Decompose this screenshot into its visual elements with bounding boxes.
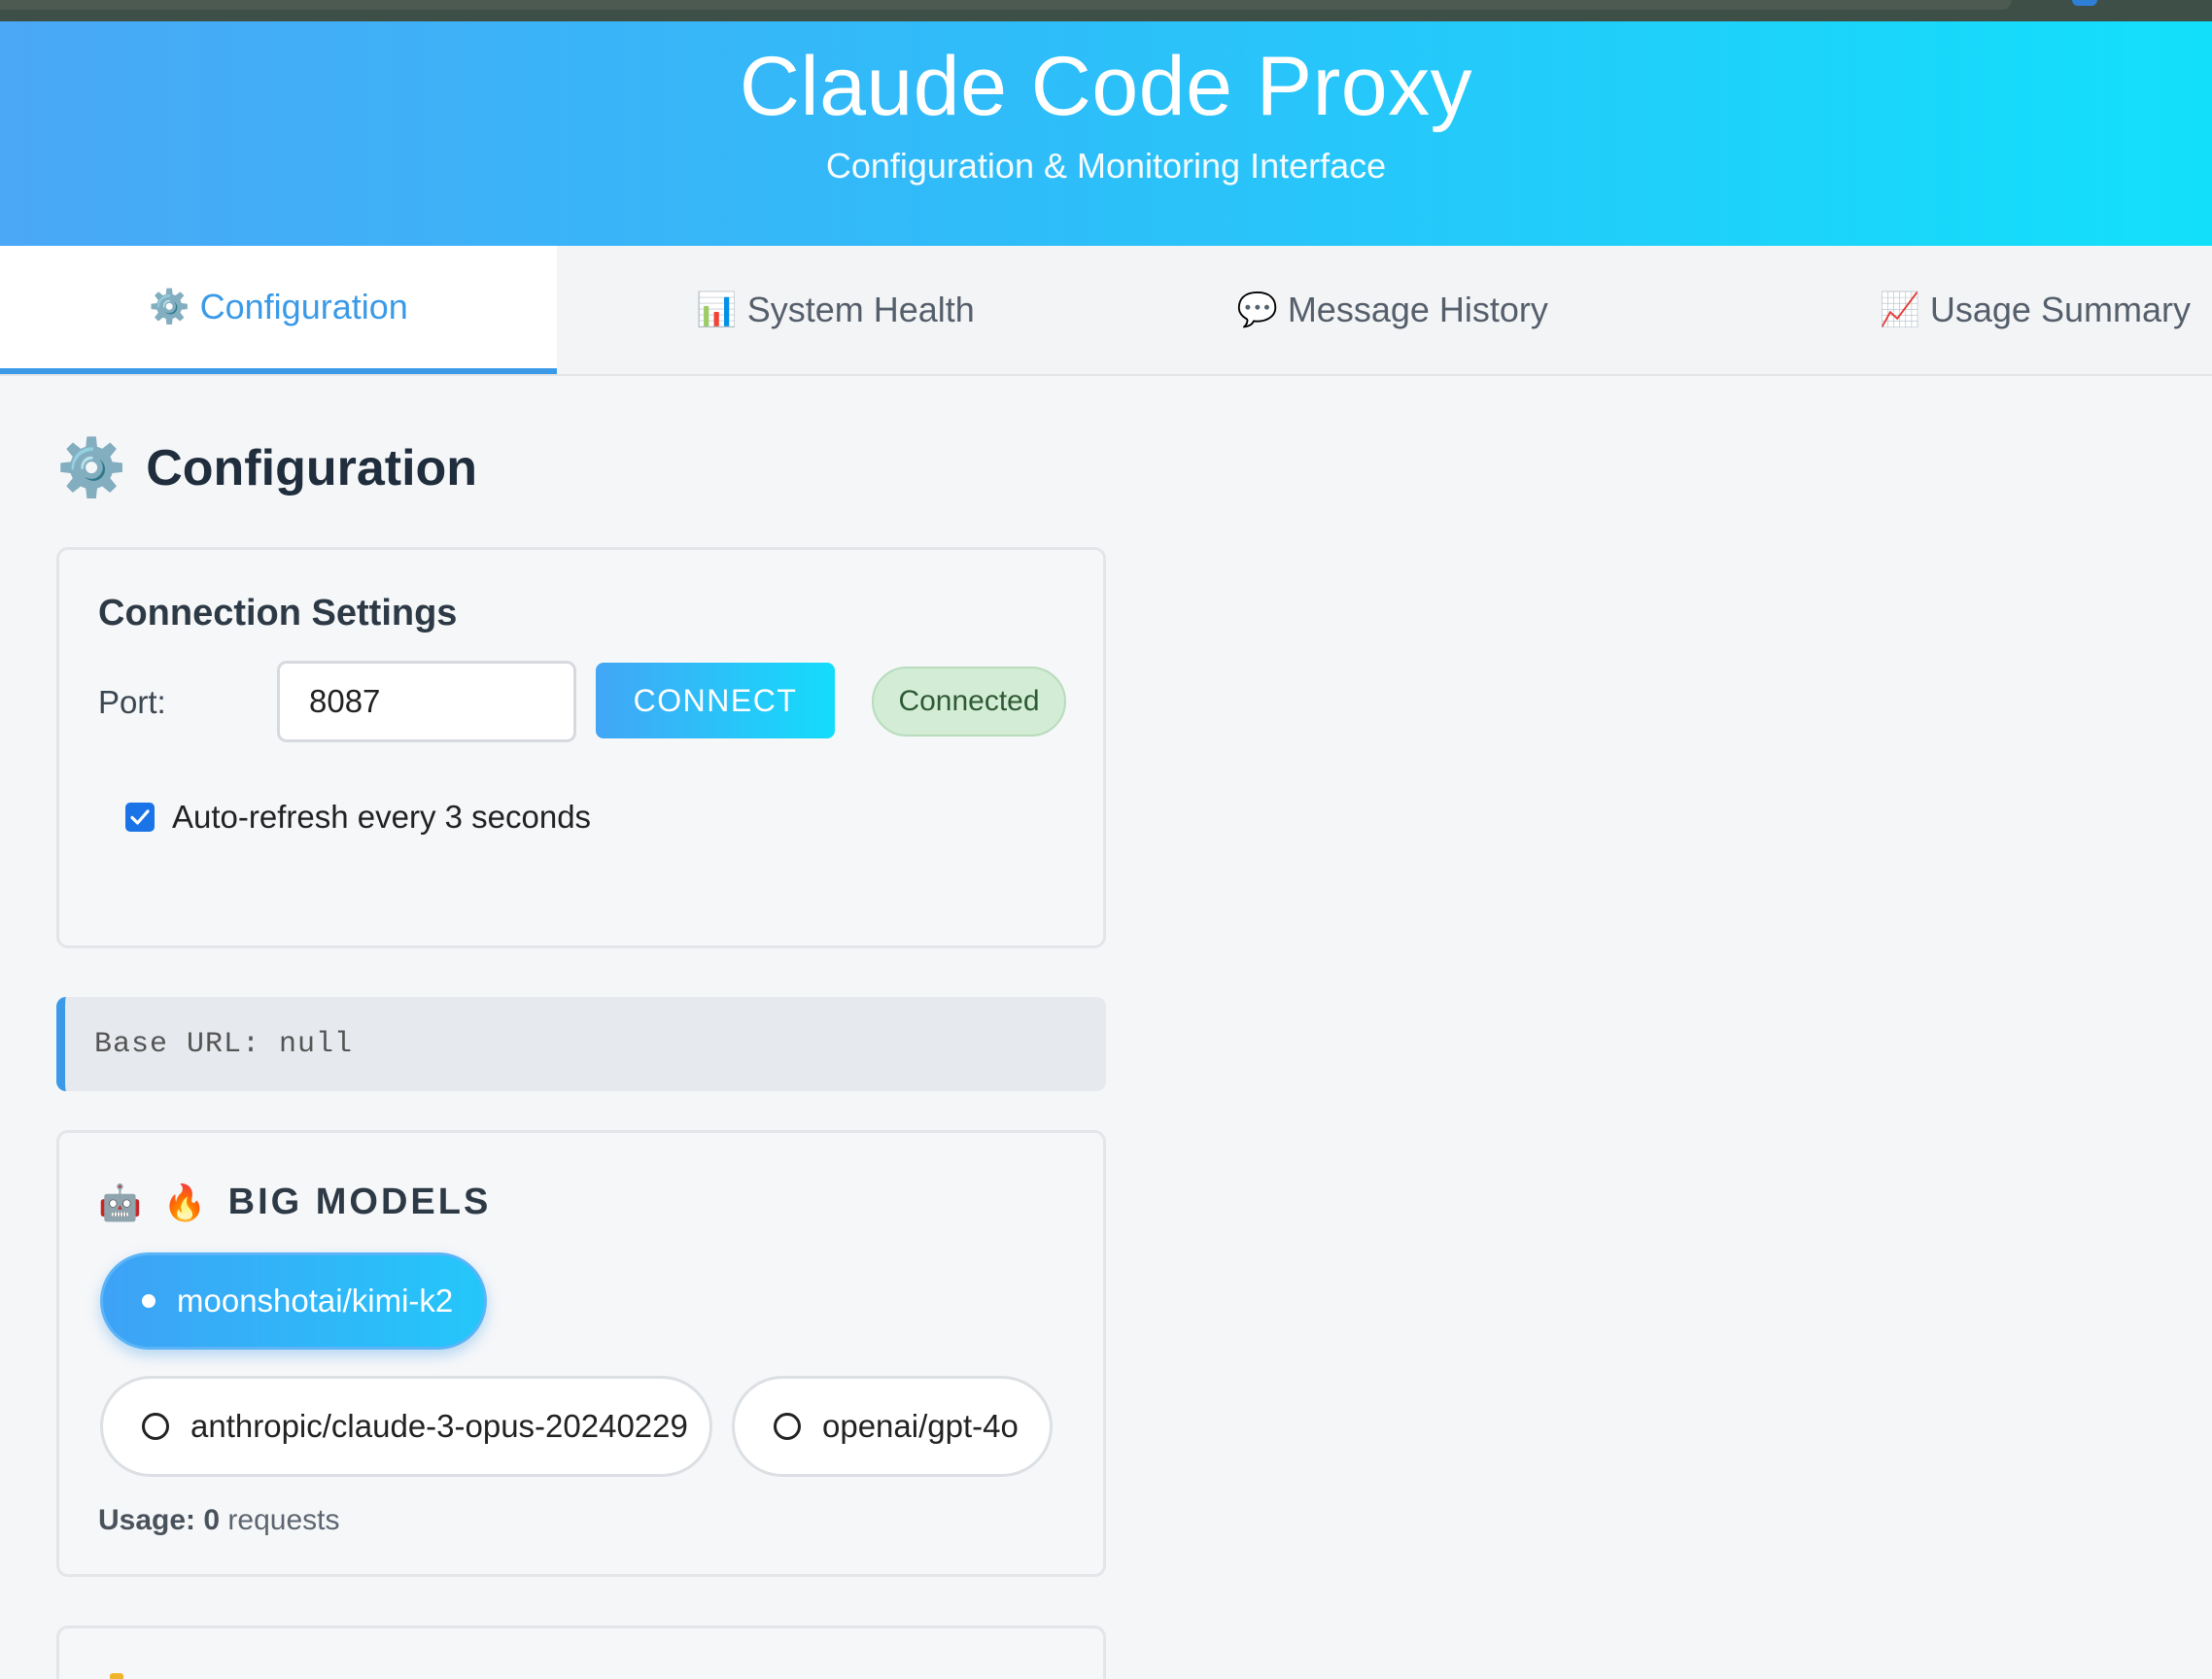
model-name: anthropic/claude-3-opus-20240229 [190, 1408, 688, 1444]
app-title: Claude Code Proxy [739, 40, 1473, 133]
model-option-selected[interactable]: moonshotai/kimi-k2 [100, 1252, 487, 1350]
model-name: openai/gpt-4o [822, 1408, 1019, 1444]
browser-top-strip [0, 0, 2212, 21]
tab-label: Usage Summary [1929, 290, 2191, 329]
port-label: Port: [98, 684, 166, 720]
tab-system-health[interactable]: 📊 System Health [557, 246, 1114, 374]
radio-circle-icon [774, 1413, 801, 1440]
model-option[interactable]: openai/gpt-4o [732, 1376, 1053, 1477]
app-header: Claude Code Proxy Configuration & Monito… [0, 21, 2212, 246]
auto-refresh-toggle[interactable]: Auto-refresh every 3 seconds [125, 799, 591, 836]
fire-icon: 🔥 [162, 1182, 207, 1222]
usage-unit: requests [227, 1504, 340, 1536]
base-url-display: Base URL: null [56, 997, 1106, 1091]
tab-bar: ⚙️ Configuration 📊 System Health 💬 Messa… [0, 246, 2212, 376]
tab-configuration[interactable]: ⚙️ Configuration [0, 246, 558, 374]
top-strip-indicator [2072, 0, 2097, 6]
tab-usage-summary[interactable]: 📈 Usage Summary [1671, 246, 2212, 374]
top-strip-bar [0, 0, 2012, 10]
connection-status-badge: Connected [872, 667, 1066, 737]
connection-settings-card: Connection Settings Port: CONNECT Connec… [56, 547, 1106, 948]
checkmark-icon [130, 809, 150, 825]
tab-label: Message History [1287, 290, 1548, 329]
model-option[interactable]: anthropic/claude-3-opus-20240229 [100, 1376, 712, 1477]
big-models-card: 🤖 🔥 BIG MODELS moonshotai/kimi-k2 anthro… [56, 1130, 1106, 1577]
port-input[interactable] [277, 661, 576, 742]
app-subtitle: Configuration & Monitoring Interface [825, 146, 1387, 186]
gear-icon: ⚙️ [149, 289, 190, 326]
page-title: ⚙️ Configuration [56, 435, 477, 501]
tab-label: System Health [746, 290, 975, 329]
speech-bubble-icon: 💬 [1236, 291, 1278, 328]
radio-circle-icon [142, 1413, 169, 1440]
big-models-heading: 🤖 🔥 BIG MODELS [98, 1182, 491, 1223]
auto-refresh-label: Auto-refresh every 3 seconds [172, 799, 592, 835]
gear-icon: ⚙️ [56, 436, 127, 499]
tab-message-history[interactable]: 💬 Message History [1114, 246, 1671, 374]
robot-icon: 🤖 [98, 1182, 142, 1222]
model-name: moonshotai/kimi-k2 [177, 1283, 454, 1319]
usage-count: 0 [203, 1504, 221, 1536]
connection-settings-heading: Connection Settings [98, 593, 458, 634]
selected-dot-icon [142, 1294, 156, 1308]
bar-chart-icon: 📊 [696, 291, 738, 328]
card-icon-partial [110, 1673, 123, 1679]
next-models-card [56, 1626, 1106, 1679]
tab-label: Configuration [199, 287, 408, 326]
page-title-text: Configuration [146, 440, 478, 497]
usage-label: Usage: [98, 1504, 196, 1536]
connect-button[interactable]: CONNECT [596, 663, 835, 738]
auto-refresh-checkbox[interactable] [125, 803, 155, 832]
usage-summary-text: Usage: 0 requests [98, 1504, 340, 1537]
trend-chart-icon: 📈 [1879, 291, 1920, 328]
big-models-title: BIG MODELS [227, 1182, 492, 1222]
